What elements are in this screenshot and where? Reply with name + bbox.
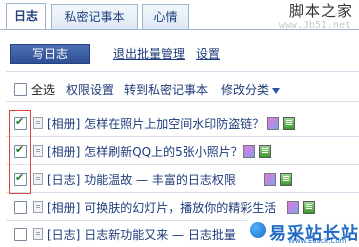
watermark-top-url: www.Jb51.net	[278, 20, 351, 31]
photo-icon	[287, 201, 299, 214]
permission-settings-link[interactable]: 权限设置	[66, 81, 114, 98]
entry-title-link[interactable]: [相册] 怎样在照片上加空间水印防盗链？	[47, 115, 264, 132]
selection-highlight-box	[9, 110, 31, 194]
select-all-checkbox[interactable]	[14, 83, 27, 96]
note-icon	[303, 201, 315, 214]
settings-link[interactable]: 设置	[196, 45, 220, 62]
document-icon	[33, 201, 43, 213]
note-icon	[259, 145, 271, 158]
exit-batch-manage-link[interactable]: 退出批量管理	[113, 45, 185, 62]
tab-mood[interactable]: 心情	[142, 4, 189, 29]
divider	[6, 164, 359, 165]
site-logo-icon	[250, 222, 266, 238]
entry-title: 日志新功能又来 — 日志批量	[84, 228, 236, 242]
photo-icon	[243, 145, 255, 158]
dropdown-arrow-icon	[272, 87, 281, 94]
entry-title: 可换肤的幻灯片，播放你的精彩生活	[84, 201, 277, 215]
row-checkbox[interactable]	[14, 228, 27, 241]
note-icon	[283, 117, 295, 130]
entry-title-link[interactable]: [日志] 功能温故 — 丰富的日志权限	[47, 171, 236, 188]
list-item: [日志] 功能温故 — 丰富的日志权限	[0, 166, 359, 192]
write-diary-button[interactable]: 写日志	[10, 44, 90, 64]
document-icon	[33, 173, 43, 185]
entry-category: [相册]	[47, 145, 81, 159]
divider	[6, 192, 359, 193]
divider	[6, 101, 359, 102]
divider	[6, 136, 359, 137]
document-icon	[33, 117, 43, 129]
move-to-private-link[interactable]: 转到私密记事本	[124, 81, 208, 98]
change-category-label: 修改分类	[221, 83, 270, 97]
entry-title-link[interactable]: [相册] 怎样刷新QQ上的5张小照片？	[47, 143, 243, 160]
entry-category: [相册]	[47, 201, 81, 215]
document-icon	[33, 145, 43, 157]
tab-diary[interactable]: 日志	[6, 3, 46, 30]
list-item: [相册] 怎样在照片上加空间水印防盗链？	[0, 110, 359, 136]
watermark-bottom: 易采站长站 Www.Easck.Com	[247, 217, 359, 245]
entry-category: [相册]	[47, 117, 81, 131]
document-icon	[33, 228, 43, 240]
entry-title-link[interactable]: [日志] 日志新功能又来 — 日志批量	[47, 226, 236, 243]
change-category-dropdown[interactable]: 修改分类	[221, 81, 281, 98]
entry-title: 怎样在照片上加空间水印防盗链？	[84, 117, 265, 131]
entry-category: [日志]	[47, 228, 81, 242]
list-item: [相册] 怎样刷新QQ上的5张小照片？	[0, 138, 359, 164]
photo-icon	[267, 117, 279, 130]
select-all-label[interactable]: 全选	[31, 81, 55, 98]
entry-title-link[interactable]: [相册] 可换肤的幻灯片，播放你的精彩生活	[47, 199, 276, 216]
watermark-top-text: 脚本之家	[288, 2, 353, 20]
entry-category: [日志]	[47, 173, 81, 187]
tab-private-notebook[interactable]: 私密记事本	[51, 4, 138, 29]
photo-icon	[264, 173, 276, 186]
entry-title: 功能温故 — 丰富的日志权限	[84, 173, 236, 187]
entry-title: 怎样刷新QQ上的5张小照片？	[84, 145, 243, 159]
row-checkbox[interactable]	[14, 201, 27, 214]
note-icon	[280, 173, 292, 186]
divider	[6, 71, 359, 72]
